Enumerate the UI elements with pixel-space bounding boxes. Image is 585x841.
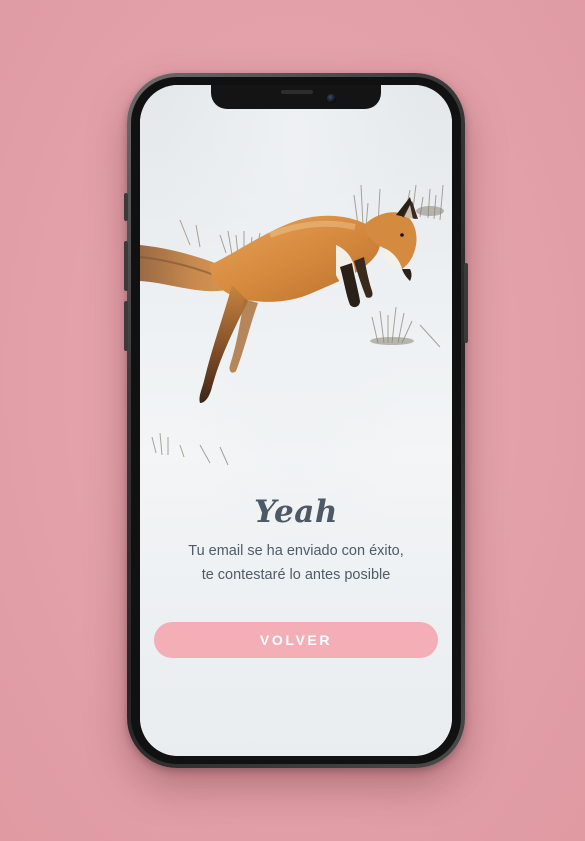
front-camera [327,94,336,103]
volume-down-button [124,301,128,351]
phone-notch [211,85,381,109]
silent-switch [124,193,128,221]
success-title: Yeah [254,494,338,530]
fox-photo-image [140,184,444,466]
phone-screen: Yeah Tu email se ha enviado con éxito, t… [140,85,452,756]
earpiece-speaker [281,90,313,94]
success-message: Tu email se ha enviado con éxito, te con… [160,539,432,587]
message-line: Tu email se ha enviado con éxito, [188,543,404,559]
volume-up-button [124,241,128,291]
power-button [464,263,468,343]
back-button[interactable]: VOLVER [154,622,438,658]
message-line: te contestaré lo antes posible [201,567,391,583]
phone-mockup: Yeah Tu email se ha enviado con éxito, t… [124,73,468,768]
